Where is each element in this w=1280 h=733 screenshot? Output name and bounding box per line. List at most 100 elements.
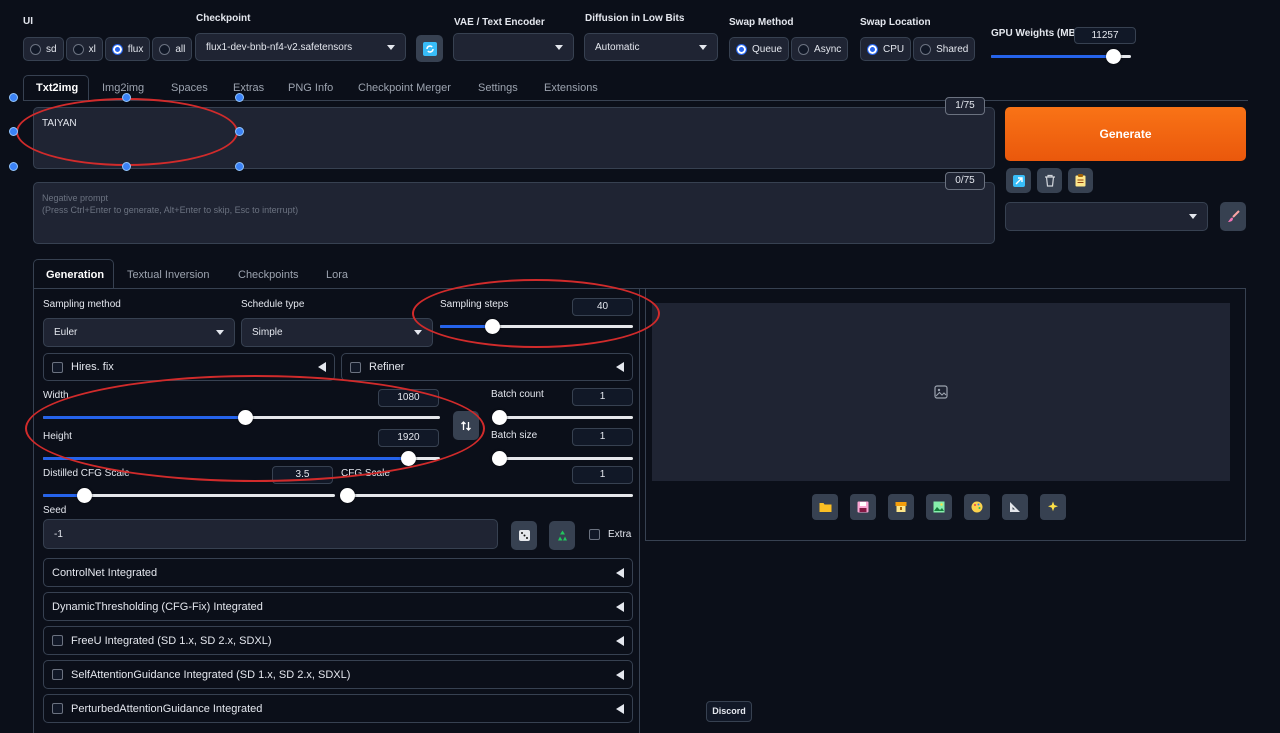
send-to-inpaint-button[interactable] bbox=[964, 494, 990, 520]
tab-spaces[interactable]: Spaces bbox=[171, 82, 208, 94]
refiner-checkbox[interactable] bbox=[350, 361, 361, 373]
selection-handle[interactable] bbox=[235, 162, 244, 171]
send-to-img2img-button[interactable] bbox=[926, 494, 952, 520]
sampling-steps-input[interactable]: 40 bbox=[572, 298, 633, 316]
hires-fix-accordion[interactable]: Hires. fix bbox=[43, 353, 335, 381]
swap-dimensions-button[interactable] bbox=[453, 411, 479, 440]
subtab-lora[interactable]: Lora bbox=[326, 269, 348, 281]
selection-handle[interactable] bbox=[9, 162, 18, 171]
distilled-cfg-slider[interactable] bbox=[43, 488, 335, 503]
tab-checkpoint-merger[interactable]: Checkpoint Merger bbox=[358, 82, 451, 94]
swap-location-cpu[interactable]: CPU bbox=[860, 37, 912, 61]
vae-select[interactable] bbox=[453, 33, 574, 61]
save-button[interactable] bbox=[850, 494, 876, 520]
schedule-type-select[interactable]: Simple bbox=[241, 318, 433, 347]
subtab-checkpoints[interactable]: Checkpoints bbox=[238, 269, 299, 281]
width-slider[interactable] bbox=[43, 410, 440, 425]
selection-handle[interactable] bbox=[122, 93, 131, 102]
freeu-checkbox[interactable] bbox=[52, 635, 63, 646]
refresh-checkpoint-button[interactable] bbox=[416, 35, 443, 62]
reuse-seed-button[interactable] bbox=[549, 521, 575, 550]
clear-prompt-button[interactable] bbox=[1037, 168, 1062, 193]
edit-styles-button[interactable] bbox=[1220, 202, 1246, 231]
ui-radio-group: sd xl flux all bbox=[23, 37, 193, 61]
output-image-area bbox=[652, 303, 1230, 481]
discord-tooltip[interactable]: Discord bbox=[706, 701, 752, 722]
hires-fix-checkbox[interactable] bbox=[52, 361, 63, 373]
diffusion-select[interactable]: Automatic bbox=[584, 33, 718, 61]
selection-handle[interactable] bbox=[9, 127, 18, 136]
negative-token-counter: 0/75 bbox=[945, 172, 985, 190]
cfg-input[interactable]: 1 bbox=[572, 466, 633, 484]
swap-location-shared[interactable]: Shared bbox=[913, 37, 976, 61]
freeu-accordion[interactable]: FreeU Integrated (SD 1.x, SD 2.x, SDXL) bbox=[43, 626, 633, 655]
self-attention-guidance-accordion[interactable]: SelfAttentionGuidance Integrated (SD 1.x… bbox=[43, 660, 633, 689]
gpu-weights-slider[interactable] bbox=[991, 49, 1131, 64]
collapse-triangle-icon bbox=[616, 567, 624, 578]
radio-icon-selected bbox=[111, 43, 123, 55]
checkpoint-select[interactable]: flux1-dev-bnb-nf4-v2.safetensors bbox=[195, 33, 406, 61]
upscale-button[interactable] bbox=[1040, 494, 1066, 520]
controlnet-accordion[interactable]: ControlNet Integrated bbox=[43, 558, 633, 587]
refiner-accordion[interactable]: Refiner bbox=[341, 353, 633, 381]
clipboard-icon bbox=[1075, 174, 1086, 187]
sag-checkbox[interactable] bbox=[52, 669, 63, 680]
distilled-cfg-input[interactable]: 3.5 bbox=[272, 466, 333, 484]
swap-method-label: Swap Method bbox=[729, 17, 794, 28]
batch-count-slider[interactable] bbox=[492, 410, 633, 425]
sampling-steps-slider[interactable] bbox=[440, 319, 633, 334]
generate-button[interactable]: Generate bbox=[1005, 107, 1246, 161]
batch-size-slider[interactable] bbox=[492, 451, 633, 466]
cfg-slider[interactable] bbox=[339, 488, 633, 503]
chevron-down-icon bbox=[555, 44, 563, 50]
swap-method-async[interactable]: Async bbox=[791, 37, 849, 61]
extra-checkbox[interactable] bbox=[589, 529, 600, 540]
selection-handle[interactable] bbox=[235, 127, 244, 136]
ui-label: UI bbox=[23, 16, 33, 27]
ui-option-xl[interactable]: xl bbox=[65, 37, 103, 61]
tabs-divider bbox=[23, 100, 1248, 101]
tab-txt2img[interactable]: Txt2img bbox=[36, 82, 78, 94]
seed-input[interactable]: -1 bbox=[43, 519, 498, 549]
negative-prompt-textarea[interactable]: Negative prompt (Press Ctrl+Enter to gen… bbox=[33, 182, 995, 244]
tab-extensions[interactable]: Extensions bbox=[544, 82, 598, 94]
swap-method-queue[interactable]: Queue bbox=[729, 37, 790, 61]
tab-settings[interactable]: Settings bbox=[478, 82, 518, 94]
random-seed-button[interactable] bbox=[511, 521, 537, 550]
tab-png-info[interactable]: PNG Info bbox=[288, 82, 333, 94]
ui-option-sd[interactable]: sd bbox=[23, 37, 64, 61]
styles-select[interactable] bbox=[1005, 202, 1208, 231]
ui-option-flux[interactable]: flux bbox=[104, 37, 151, 61]
dynamic-thresholding-accordion[interactable]: DynamicThresholding (CFG-Fix) Integrated bbox=[43, 592, 633, 621]
pag-checkbox[interactable] bbox=[52, 703, 63, 714]
negative-prompt-placeholder: Negative prompt bbox=[42, 193, 109, 203]
ui-option-all[interactable]: all bbox=[152, 37, 193, 61]
selection-handle[interactable] bbox=[9, 93, 18, 102]
load-styles-button[interactable] bbox=[1068, 168, 1093, 193]
swap-arrows-icon bbox=[461, 420, 471, 431]
subtab-textual-inversion[interactable]: Textual Inversion bbox=[127, 269, 210, 281]
extra-seed-toggle[interactable]: Extra bbox=[589, 529, 631, 540]
open-folder-button[interactable] bbox=[812, 494, 838, 520]
zip-button[interactable] bbox=[888, 494, 914, 520]
paste-params-button[interactable] bbox=[1006, 168, 1031, 193]
prompt-text: TAIYAN bbox=[42, 118, 77, 129]
height-input[interactable]: 1920 bbox=[378, 429, 439, 447]
height-slider[interactable] bbox=[43, 451, 440, 466]
send-to-extras-button[interactable] bbox=[1002, 494, 1028, 520]
recycle-icon bbox=[557, 530, 567, 541]
subtab-generation[interactable]: Generation bbox=[46, 269, 104, 281]
picture-icon bbox=[933, 501, 945, 513]
batch-count-input[interactable]: 1 bbox=[572, 388, 633, 406]
width-label: Width bbox=[43, 390, 69, 401]
selection-handle[interactable] bbox=[122, 162, 131, 171]
perturbed-attention-guidance-accordion[interactable]: PerturbedAttentionGuidance Integrated bbox=[43, 694, 633, 723]
dice-icon bbox=[518, 530, 530, 541]
width-input[interactable]: 1080 bbox=[378, 389, 439, 407]
tab-img2img[interactable]: Img2img bbox=[102, 82, 144, 94]
gpu-weights-input[interactable]: 11257 bbox=[1074, 27, 1136, 44]
batch-size-input[interactable]: 1 bbox=[572, 428, 633, 446]
sampling-method-select[interactable]: Euler bbox=[43, 318, 235, 347]
selection-handle[interactable] bbox=[235, 93, 244, 102]
prompt-textarea[interactable]: TAIYAN bbox=[33, 107, 995, 169]
